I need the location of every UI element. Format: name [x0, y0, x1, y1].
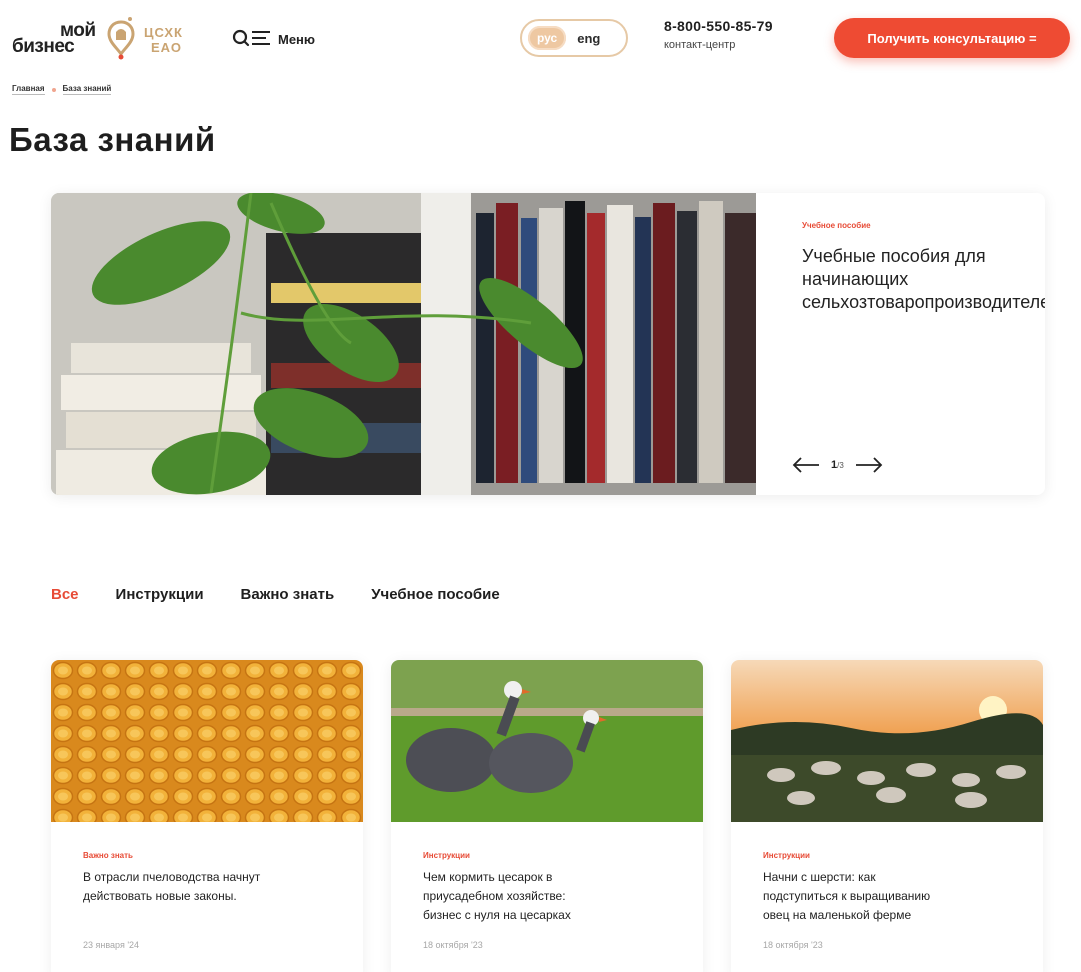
- logo-org-line2: ЕАО: [151, 40, 182, 55]
- contact-phone[interactable]: 8-800-550-85-79 контакт-центр: [664, 18, 773, 51]
- article-card-sheep[interactable]: Инструкции Начни с шерсти: как подступит…: [731, 660, 1043, 972]
- arrow-right-icon[interactable]: [854, 456, 884, 474]
- hero-bookshelf-plant-image: [51, 193, 756, 495]
- lang-ru-button[interactable]: рус: [528, 26, 567, 50]
- hero-navigation: 1/3: [791, 456, 884, 474]
- search-menu-icon: [232, 29, 270, 47]
- location-pin-icon: [107, 17, 135, 60]
- hero-tag: Учебное пособие: [802, 221, 871, 230]
- card-date: 23 января '24: [83, 940, 140, 950]
- card-title[interactable]: Чем кормить цесарок в приусадебном хозяй…: [423, 868, 673, 925]
- card-tag: Инструкции: [423, 851, 470, 860]
- breadcrumb-current[interactable]: База знаний: [62, 84, 112, 95]
- logo-org-line1: ЦСХК: [144, 25, 183, 40]
- logo-word-biznes: бизнес: [12, 36, 75, 57]
- get-consultation-button[interactable]: Получить консультацию =: [834, 18, 1070, 58]
- page-title: База знаний: [9, 121, 216, 158]
- menu-button[interactable]: Меню: [232, 26, 315, 52]
- phone-number[interactable]: 8-800-550-85-79: [664, 18, 773, 34]
- card-date: 18 октября '23: [423, 940, 483, 950]
- filter-all[interactable]: Все: [51, 586, 79, 603]
- honeycomb-image: [51, 660, 363, 822]
- filter-instructions[interactable]: Инструкции: [116, 586, 204, 603]
- breadcrumb: Главная База знаний: [12, 84, 112, 95]
- hero-slider[interactable]: Учебное пособие Учебные пособия для начи…: [51, 193, 1045, 495]
- sheep-sunset-image: [731, 660, 1043, 822]
- language-switcher: рус eng: [520, 19, 628, 57]
- hero-title[interactable]: Учебные пособия для начинающих сельхозто…: [802, 245, 1045, 314]
- card-title[interactable]: В отрасли пчеловодства начнут действоват…: [83, 868, 333, 906]
- card-title[interactable]: Начни с шерсти: как подступиться к выращ…: [763, 868, 1013, 925]
- card-tag: Инструкции: [763, 851, 810, 860]
- site-header: мой бизнес ЦСХК ЕАО Меню рус eng 8-800-5…: [0, 0, 1081, 80]
- category-filters: Все Инструкции Важно знать Учебное пособ…: [51, 586, 500, 603]
- filter-important[interactable]: Важно знать: [241, 586, 335, 603]
- slide-counter: 1/3: [831, 459, 844, 471]
- lang-en-button[interactable]: eng: [572, 31, 605, 46]
- guinea-fowl-image: [391, 660, 703, 822]
- article-card-beekeeping[interactable]: Важно знать В отрасли пчеловодства начну…: [51, 660, 363, 972]
- filter-textbook[interactable]: Учебное пособие: [371, 586, 500, 603]
- menu-label: Меню: [278, 31, 316, 47]
- site-logo[interactable]: мой бизнес ЦСХК ЕАО: [10, 16, 200, 62]
- slide-total: /3: [837, 461, 844, 470]
- card-tag: Важно знать: [83, 851, 133, 860]
- arrow-left-icon[interactable]: [791, 456, 821, 474]
- article-card-guinea-fowl[interactable]: Инструкции Чем кормить цесарок в приусад…: [391, 660, 703, 972]
- card-date: 18 октября '23: [763, 940, 823, 950]
- breadcrumb-home-link[interactable]: Главная: [12, 84, 45, 95]
- phone-caption: контакт-центр: [664, 39, 736, 51]
- breadcrumb-separator: [51, 87, 56, 92]
